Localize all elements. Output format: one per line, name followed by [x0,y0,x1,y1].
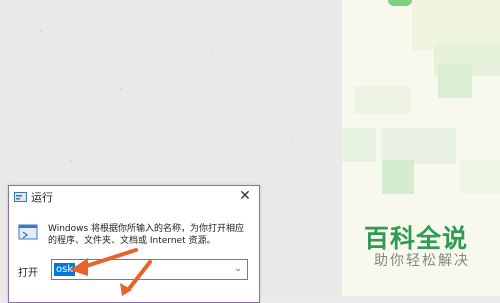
mosaic-block [412,0,500,50]
command-combobox[interactable]: osk ⌄ [51,259,248,280]
desktop-texture [70,160,72,162]
run-dialog: 运行 ✕ Windows 将根据你所输入的名称，为你打开相应的程序、文件夹、文档… [8,185,260,303]
mosaic-block [382,160,414,194]
desktop-texture [290,140,292,142]
mosaic-block [438,64,472,98]
desktop-texture [40,30,42,32]
command-input-value[interactable]: osk [54,263,76,276]
desktop-texture [210,52,212,54]
run-app-icon [14,192,27,202]
open-label: 打开 [18,268,38,279]
dialog-description: Windows 将根据你所输入的名称，为你打开相应的程序、文件夹、文档或 Int… [48,224,245,246]
mosaic-block [382,128,456,164]
close-icon: ✕ [239,188,251,204]
mosaic-block [354,86,410,114]
mosaic-block [342,128,376,162]
chevron-down-icon[interactable]: ⌄ [231,261,245,277]
mosaic-block [460,160,500,194]
desktop-texture [120,88,122,90]
mosaic-block [388,0,412,6]
run-program-icon [18,224,38,240]
title-bar[interactable]: 运行 ✕ [9,186,259,208]
close-button[interactable]: ✕ [237,188,253,204]
dialog-title: 运行 [31,191,53,204]
watermark-subtitle: 助你轻松解决 [374,253,470,269]
